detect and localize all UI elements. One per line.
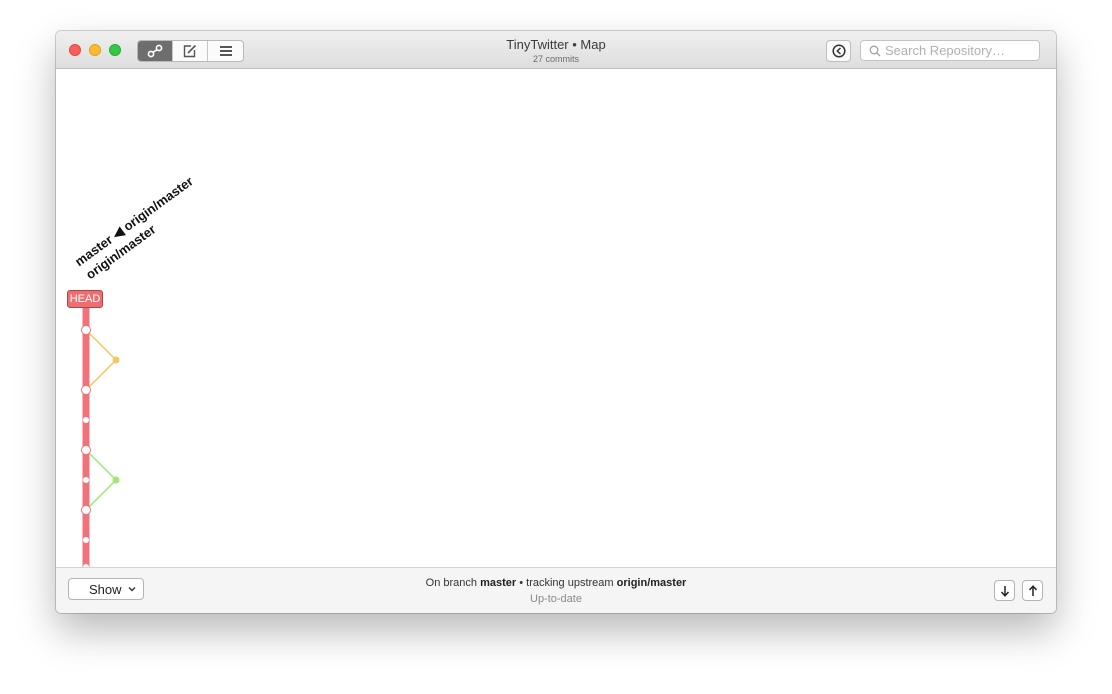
branch-status: On branch master • tracking upstream ori… bbox=[425, 577, 687, 589]
merged-branch-yellow bbox=[85, 329, 118, 391]
branch-commit-yellow[interactable] bbox=[112, 356, 120, 364]
history-back-icon bbox=[831, 44, 846, 58]
history-button[interactable] bbox=[826, 40, 851, 62]
search-input[interactable] bbox=[885, 43, 1035, 58]
merge-commit[interactable] bbox=[81, 325, 91, 335]
current-branch: master bbox=[480, 577, 517, 589]
search-field[interactable] bbox=[860, 40, 1040, 61]
arrow-up-icon bbox=[1028, 584, 1037, 596]
commit-graph bbox=[81, 304, 120, 567]
app-window: TinyTwitter • Map 27 commits Search Repo… bbox=[56, 31, 1056, 613]
merge-commit[interactable] bbox=[81, 445, 91, 455]
upstream-branch: origin/master bbox=[616, 577, 687, 589]
commit[interactable] bbox=[83, 477, 89, 483]
sync-status: Up-to-date bbox=[530, 593, 582, 605]
commit-map: master ◀ origin/master origin/master HEA… bbox=[56, 69, 1056, 567]
push-button[interactable] bbox=[1022, 580, 1043, 601]
commit[interactable] bbox=[83, 537, 89, 543]
merge-base-commit[interactable] bbox=[81, 505, 91, 515]
merged-branch-green bbox=[85, 449, 118, 511]
pull-button[interactable] bbox=[994, 580, 1015, 601]
status-bar: Show On branch master • tracking upstrea… bbox=[56, 567, 1056, 613]
titlebar: TinyTwitter • Map 27 commits bbox=[56, 31, 1056, 69]
branch-commit-green[interactable] bbox=[112, 476, 120, 484]
commit[interactable] bbox=[83, 417, 89, 423]
arrow-down-icon bbox=[1000, 585, 1009, 597]
merge-base-commit[interactable] bbox=[81, 385, 91, 395]
head-badge: HEAD bbox=[67, 290, 103, 308]
search-icon bbox=[869, 45, 881, 56]
